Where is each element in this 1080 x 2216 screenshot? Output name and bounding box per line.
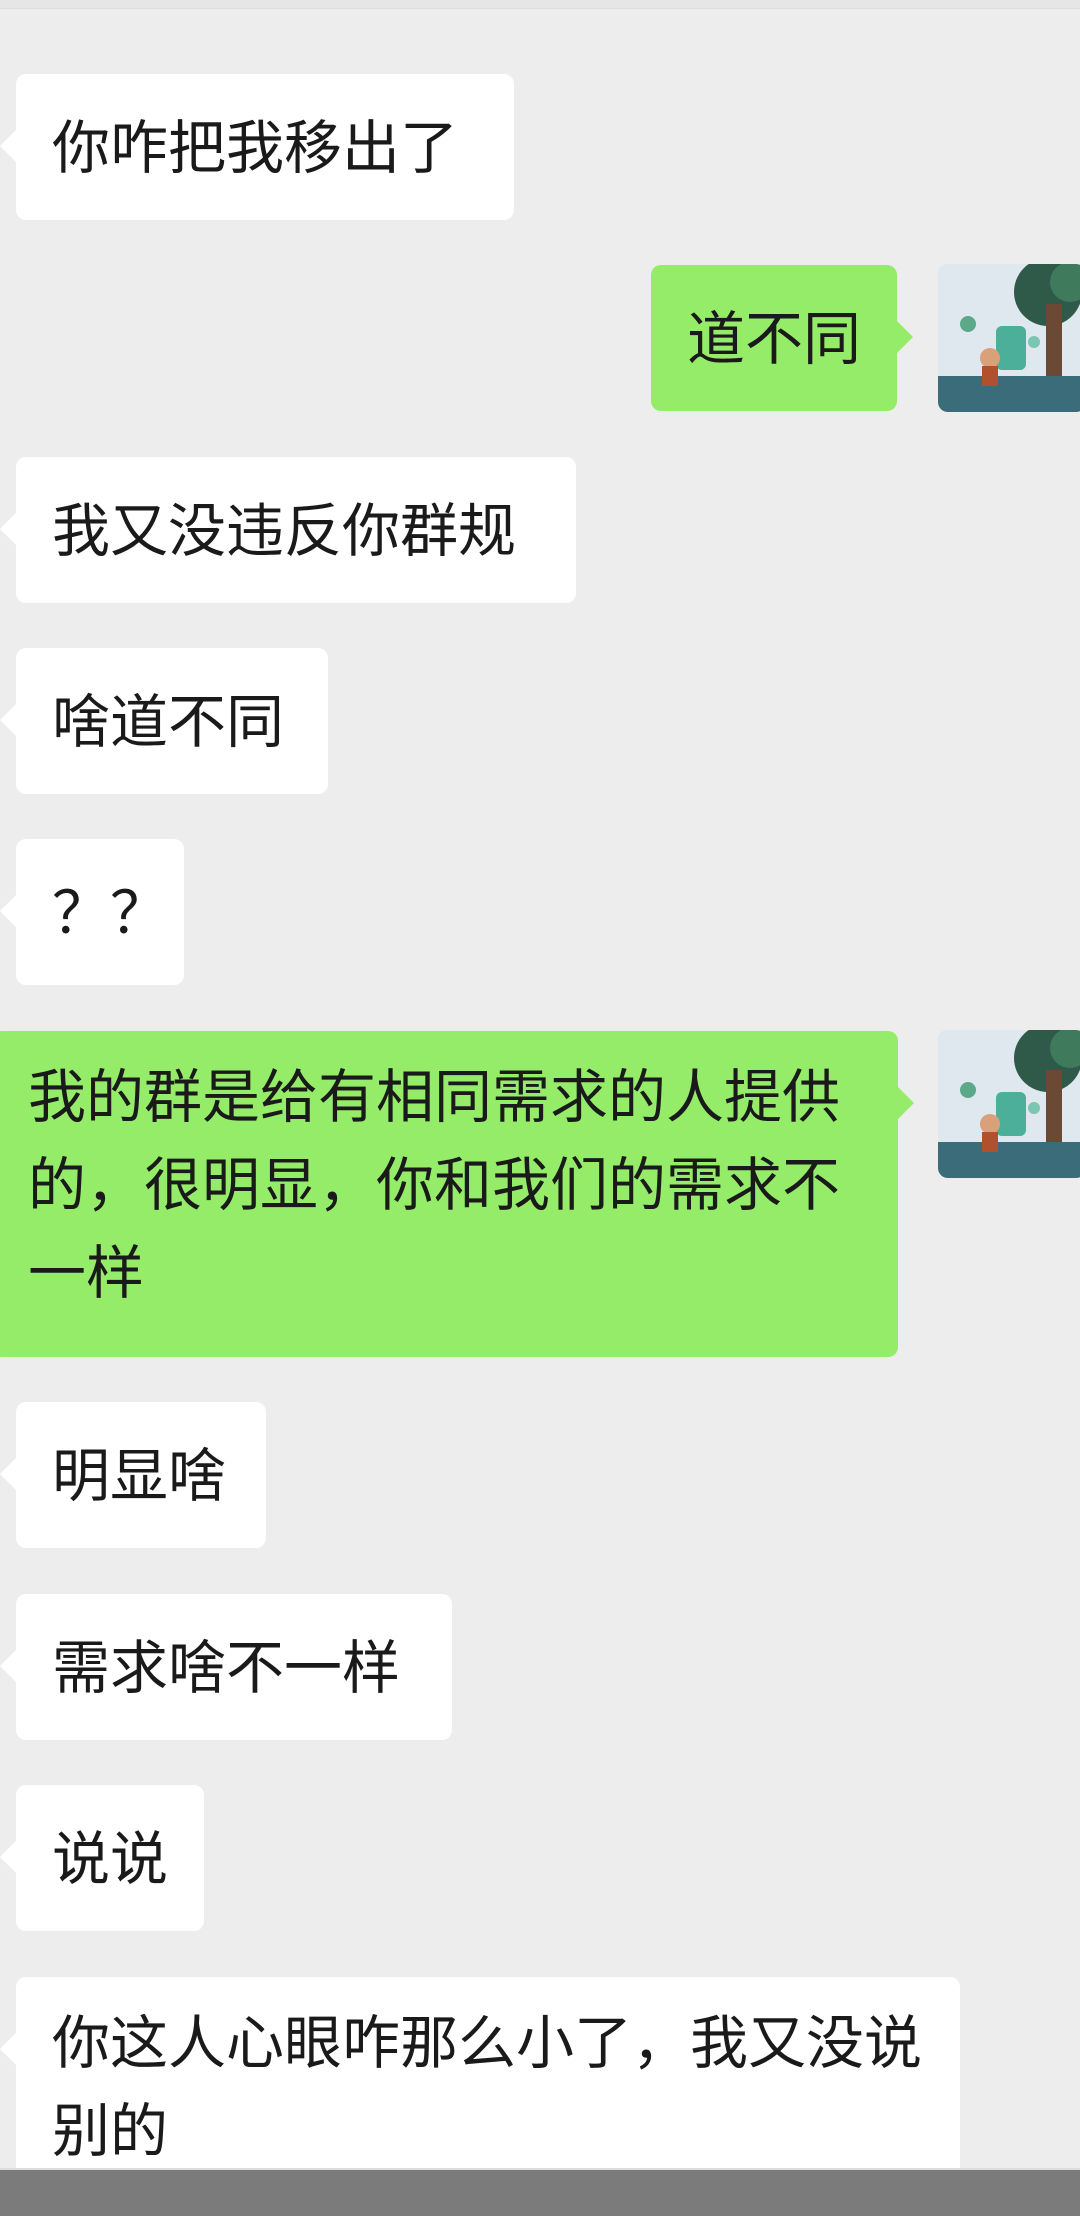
- message-bubble-incoming[interactable]: 你咋把我移出了: [0, 74, 514, 220]
- message-text: 你咋把我移出了: [52, 114, 459, 182]
- message-bubble-incoming[interactable]: 需求啥不一样: [0, 1594, 452, 1740]
- avatar-illustration-icon: [938, 264, 1080, 412]
- self-avatar[interactable]: [938, 264, 1080, 412]
- message-text: 说说: [52, 1825, 169, 1893]
- message-text: ？？: [52, 879, 169, 947]
- avatar-illustration-icon: [938, 1030, 1080, 1178]
- message-bubble-outgoing[interactable]: 道不同: [651, 265, 913, 411]
- message-text: 我的群是给有相同需求的人提供的，很明显，你和我们的需求不一样: [28, 1063, 841, 1307]
- chat-screen: 你咋把我移出了 道不同 我又没违反你群规 啥道不同 ？？ 我的群是给有相同需求的…: [0, 0, 1080, 2216]
- message-bubble-incoming[interactable]: 明显啥: [0, 1402, 266, 1548]
- message-text: 明显啥: [52, 1442, 227, 1510]
- message-list[interactable]: 你咋把我移出了 道不同 我又没违反你群规 啥道不同 ？？ 我的群是给有相同需求的…: [0, 0, 1080, 2168]
- message-bubble-incoming[interactable]: 啥道不同: [0, 648, 328, 794]
- bottom-bar: [0, 2168, 1080, 2216]
- message-bubble-incoming[interactable]: 说说: [0, 1785, 204, 1931]
- self-avatar[interactable]: [938, 1030, 1080, 1178]
- message-text: 啥道不同: [52, 688, 285, 756]
- message-bubble-incoming[interactable]: ？？: [0, 839, 184, 985]
- message-text: 你这人心眼咋那么小了，我又没说别的: [52, 2009, 923, 2165]
- message-text: 我又没违反你群规: [52, 497, 517, 565]
- message-bubble-incoming[interactable]: 你这人心眼咋那么小了，我又没说别的: [0, 1977, 960, 2168]
- message-text: 需求啥不一样: [52, 1634, 401, 1702]
- message-bubble-incoming[interactable]: 我又没违反你群规: [0, 457, 576, 603]
- message-text: 道不同: [687, 305, 862, 373]
- message-bubble-outgoing[interactable]: 我的群是给有相同需求的人提供的，很明显，你和我们的需求不一样: [0, 1031, 914, 1357]
